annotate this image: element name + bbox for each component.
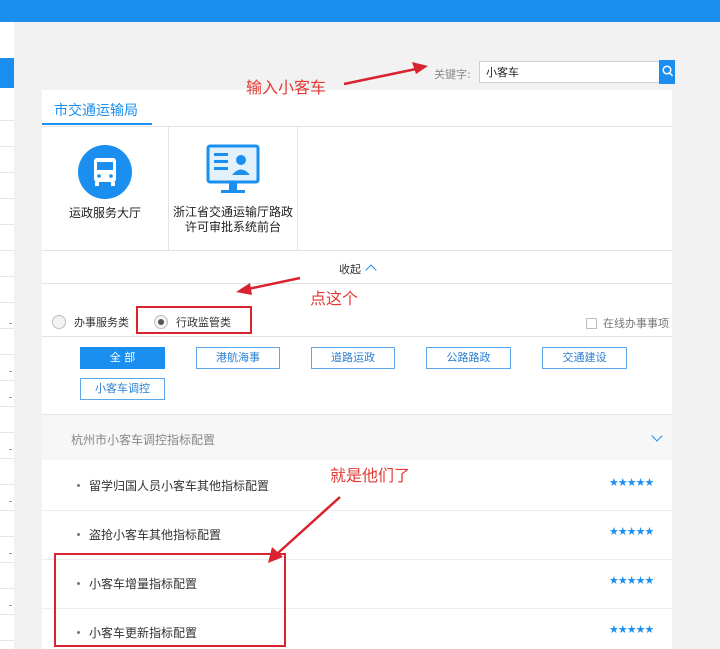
arrow-to-items bbox=[277, 496, 341, 554]
arrow-to-search bbox=[343, 67, 417, 86]
arrow-to-radio bbox=[247, 276, 301, 291]
arrowhead bbox=[236, 283, 252, 295]
annotation-arrows bbox=[236, 62, 428, 563]
arrowhead bbox=[412, 62, 428, 74]
